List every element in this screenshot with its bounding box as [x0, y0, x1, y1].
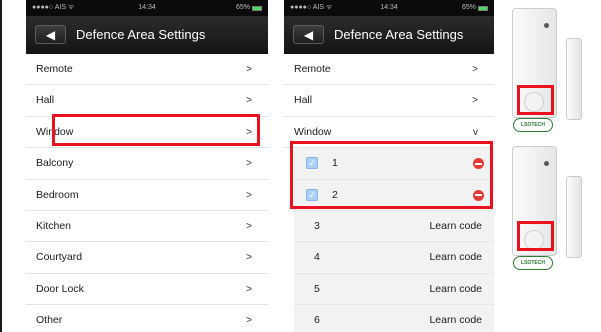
sensor-magnet: [566, 176, 582, 258]
chevron-right-icon: >: [246, 126, 252, 138]
learn-code-button[interactable]: Learn code: [429, 305, 482, 332]
zone-row-other[interactable]: Other >: [26, 305, 268, 332]
zone-label: Other: [36, 314, 63, 327]
sensor-label: 2: [332, 188, 338, 201]
chevron-right-icon: >: [246, 189, 252, 201]
status-battery: 65%: [236, 0, 262, 16]
learn-code-button[interactable]: Learn code: [429, 242, 482, 273]
learn-code-button[interactable]: Learn code: [429, 274, 482, 305]
zone-list: Remote > Hall > Window v ✓ 1 ✓ 2 3 Learn cod…: [284, 54, 494, 332]
brand-logo: LSOTECH: [513, 256, 553, 270]
led-icon: [544, 161, 549, 166]
chevron-down-icon: v: [473, 126, 478, 138]
battery-percent: 65%: [461, 4, 476, 11]
sensor-body: [512, 146, 557, 256]
learn-button-icon: [524, 92, 544, 112]
brand-logo: LSOTECH: [513, 118, 553, 132]
chevron-right-icon: >: [246, 64, 252, 75]
left-border: [0, 0, 2, 332]
slot-row-3[interactable]: 3 Learn code: [294, 210, 494, 243]
sensor-label: 1: [332, 157, 338, 170]
slot-row-4[interactable]: 4 Learn code: [294, 242, 494, 274]
chevron-right-icon: >: [472, 95, 478, 107]
zone-row-hall[interactable]: Hall >: [284, 85, 494, 117]
zone-row-door-lock[interactable]: Door Lock >: [26, 273, 268, 306]
battery-icon: [252, 5, 262, 11]
status-bar: ●●●●○ AIS ᯤ 14:34 65%: [284, 0, 494, 16]
back-arrow-icon: ◀: [45, 27, 56, 42]
delete-icon[interactable]: [473, 189, 484, 201]
chevron-right-icon: >: [246, 220, 252, 232]
page-title: Defence Area Settings: [334, 27, 464, 42]
check-icon[interactable]: ✓: [306, 188, 318, 201]
zone-label: Remote: [36, 63, 73, 75]
zone-row-remote[interactable]: Remote >: [284, 54, 494, 86]
zone-label: Remote: [294, 63, 331, 75]
delete-icon[interactable]: [473, 158, 484, 170]
zone-row-hall[interactable]: Hall >: [26, 85, 268, 117]
chevron-right-icon: >: [472, 64, 478, 75]
chevron-right-icon: >: [246, 95, 252, 107]
door-sensor-device: LSOTECH: [512, 8, 588, 134]
slot-label: 5: [314, 282, 320, 295]
zone-label: Window: [294, 125, 332, 138]
chevron-right-icon: >: [246, 315, 252, 327]
phone-screen-window-detail: ●●●●○ AIS ᯤ 14:34 65% ◀ Defence Area Set…: [284, 0, 494, 332]
sensor-body: [512, 8, 557, 118]
chevron-right-icon: >: [246, 283, 252, 295]
zone-label: Courtyard: [36, 251, 83, 264]
zone-label: Balcony: [36, 157, 74, 170]
zone-label: Bedroom: [36, 188, 79, 201]
zone-label: Kitchen: [36, 219, 72, 232]
nav-bar: ◀ Defence Area Settings: [26, 16, 268, 54]
zone-row-window-expanded[interactable]: Window v: [284, 116, 494, 149]
status-battery: 65%: [462, 0, 488, 16]
zone-row-balcony[interactable]: Balcony >: [26, 148, 268, 180]
zone-row-bedroom[interactable]: Bedroom >: [26, 179, 268, 211]
learn-code-button[interactable]: Learn code: [429, 211, 482, 242]
zone-list: Remote > Hall > Window > Balcony > Bedroom > …: [26, 54, 268, 332]
sensor-magnet: [566, 38, 582, 120]
slot-label: 3: [314, 219, 320, 232]
check-icon[interactable]: ✓: [306, 157, 318, 170]
zone-label: Hall: [36, 94, 55, 107]
led-icon: [544, 23, 549, 28]
zone-label: Door Lock: [36, 282, 84, 295]
zone-row-remote[interactable]: Remote >: [26, 54, 268, 86]
slot-row-5[interactable]: 5 Learn code: [294, 273, 494, 306]
slot-row-6[interactable]: 6 Learn code: [294, 305, 494, 332]
status-time: 14:34: [138, 4, 156, 11]
nav-bar: ◀ Defence Area Settings: [284, 16, 494, 54]
zone-label: Window: [36, 125, 74, 138]
battery-percent: 65%: [235, 4, 250, 11]
zone-row-kitchen[interactable]: Kitchen >: [26, 210, 268, 243]
chevron-right-icon: >: [246, 158, 252, 170]
door-sensor-device: LSOTECH: [512, 146, 588, 272]
learn-button-icon: [524, 230, 544, 250]
page-title: Defence Area Settings: [76, 27, 206, 42]
zone-row-courtyard[interactable]: Courtyard >: [26, 242, 268, 274]
back-arrow-icon: ◀: [303, 27, 314, 42]
status-bar: ●●●●○ AIS ᯤ 14:34 65%: [26, 0, 268, 16]
zone-label: Hall: [294, 94, 313, 107]
sensor-row-1[interactable]: ✓ 1: [294, 148, 494, 180]
phone-screen-zones: ●●●●○ AIS ᯤ 14:34 65% ◀ Defence Area Set…: [26, 0, 268, 332]
slot-label: 4: [314, 251, 320, 264]
chevron-right-icon: >: [246, 252, 252, 264]
sensor-row-2[interactable]: ✓ 2: [294, 179, 494, 211]
slot-label: 6: [314, 314, 320, 327]
back-button[interactable]: ◀: [35, 25, 66, 44]
battery-icon: [478, 5, 488, 11]
zone-row-window[interactable]: Window >: [26, 116, 268, 149]
back-button[interactable]: ◀: [293, 25, 324, 44]
